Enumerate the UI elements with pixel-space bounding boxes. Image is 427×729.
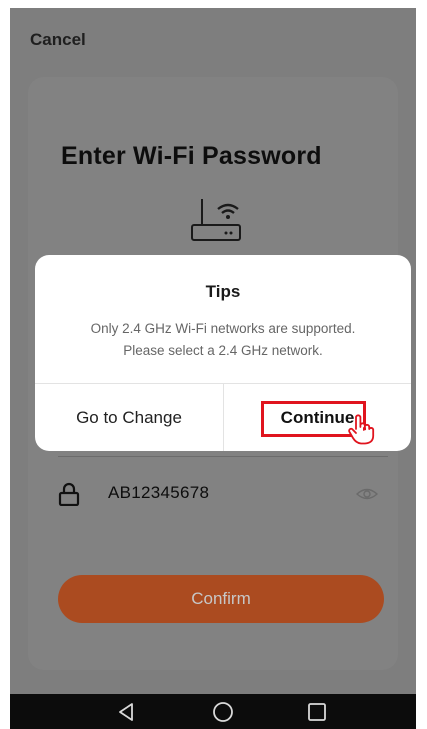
dialog-message-line1: Only 2.4 GHz Wi-Fi networks are supporte… [90,321,356,336]
recents-square-icon[interactable] [305,700,329,724]
router-wifi-icon [191,199,241,241]
back-triangle-icon[interactable] [114,700,138,724]
eye-icon[interactable] [356,487,378,501]
password-field[interactable]: AB12345678 [58,477,388,511]
go-to-change-button[interactable]: Go to Change [35,384,223,451]
tips-dialog: Tips Only 2.4 GHz Wi-Fi networks are sup… [35,255,411,451]
password-value: AB12345678 [108,483,210,502]
lock-icon [58,482,80,506]
continue-button[interactable]: Continue [224,384,411,451]
phone-screen: Cancel Enter Wi-Fi Password AB12345678 C [10,8,416,729]
input-underline [58,456,388,457]
page-title: Enter Wi-Fi Password [61,142,322,170]
dialog-message: Only 2.4 GHz Wi-Fi networks are supporte… [35,318,411,362]
cancel-button[interactable]: Cancel [30,30,86,50]
home-circle-icon[interactable] [211,700,235,724]
confirm-button[interactable]: Confirm [58,575,384,623]
android-navigation-bar [10,694,416,729]
dialog-title: Tips [205,282,241,301]
dialog-message-line2: Please select a 2.4 GHz network. [123,343,323,358]
